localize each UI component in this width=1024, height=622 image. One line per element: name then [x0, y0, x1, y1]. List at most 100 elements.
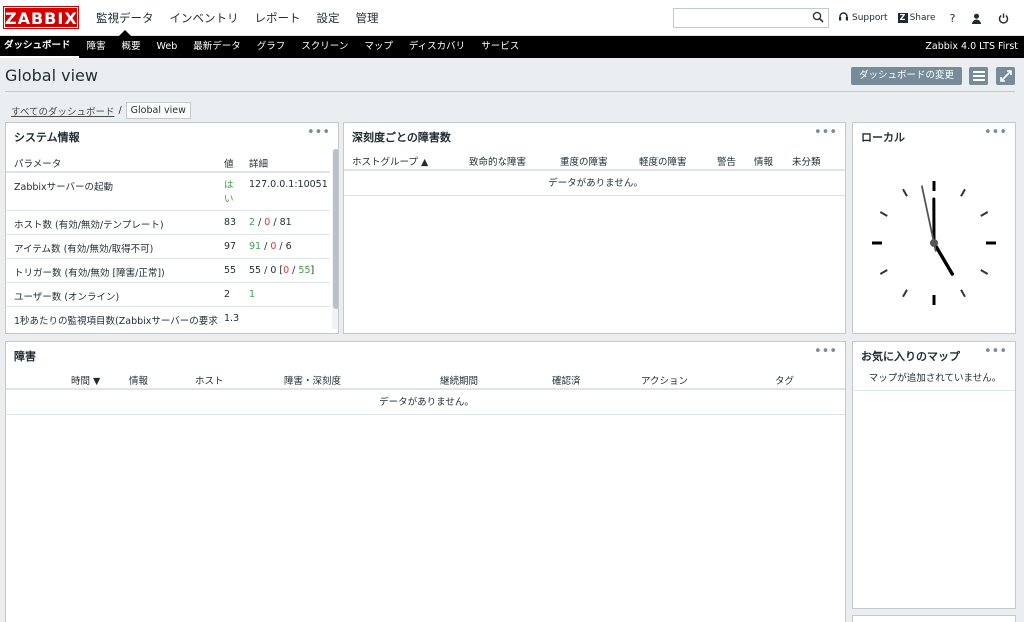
submenu-problems[interactable]: 障害	[79, 36, 114, 58]
fullscreen-button[interactable]	[996, 67, 1015, 85]
col-actions: アクション	[641, 376, 689, 387]
submenu-discovery[interactable]: ディスカバリ	[401, 36, 473, 58]
edit-dashboard-button[interactable]: ダッシュボードの変更	[851, 67, 962, 85]
analog-clock	[872, 181, 996, 305]
menu-administration[interactable]: 管理	[348, 0, 387, 36]
col-value: 値	[224, 159, 234, 170]
menu-reports[interactable]: レポート	[247, 0, 309, 36]
headset-icon	[838, 11, 849, 25]
table-row: アイテム数 (有効/無効/取得不可) 97 91 / 0 / 6	[6, 235, 330, 259]
clock-widget: ローカル •••	[852, 122, 1016, 334]
share-link[interactable]: Z Share	[897, 13, 936, 23]
version-brand: Zabbix 4.0 LTS First	[925, 41, 1018, 52]
system-info-widget: システム情報 ••• パラメータ 値 詳細 Zabbixサーバーの起動 はい 1…	[5, 122, 339, 334]
problems-by-severity-title: 深刻度ごとの障害数	[352, 131, 451, 144]
menu-monitoring[interactable]: 監視データ	[88, 0, 162, 36]
col-parameter: パラメータ	[14, 159, 62, 170]
table-row: Zabbixサーバーの起動 はい 127.0.0.1:10051	[6, 173, 330, 211]
no-data-message: データがありません。	[6, 391, 845, 415]
share-z-icon: Z	[897, 13, 908, 23]
col-host-group[interactable]: ホストグループ ▲	[352, 154, 428, 168]
clock-tick	[980, 211, 989, 217]
clock-center	[930, 239, 938, 247]
top-links: Support Z Share ?	[838, 0, 1019, 36]
system-info-scrollbar[interactable]	[332, 149, 338, 329]
breadcrumb-separator: /	[118, 105, 122, 116]
severity-header: ホストグループ ▲ 致命的な障害 重度の障害 軽度の障害 警告 情報 未分類	[344, 148, 845, 171]
col-ack: 確認済	[552, 376, 581, 387]
sign-out-icon[interactable]	[998, 13, 1009, 24]
support-link[interactable]: Support	[838, 11, 888, 25]
clock-tick	[980, 269, 989, 275]
favorite-maps-title: お気に入りのマップ	[861, 350, 960, 363]
col-problem-severity: 障害・深刻度	[284, 376, 342, 387]
col-host: ホスト	[195, 376, 224, 387]
widget-menu-icon[interactable]: •••	[984, 344, 1007, 359]
table-row: トリガー数 (有効/無効 [障害/正常]) 55 55 / 0 [0 / 55]	[6, 259, 330, 283]
col-information: 情報	[754, 157, 774, 168]
menu-configuration[interactable]: 設定	[309, 0, 348, 36]
menu-inventory[interactable]: インベントリ	[162, 0, 247, 36]
submenu-latest-data[interactable]: 最新データ	[185, 36, 249, 58]
clock-title: ローカル	[861, 131, 905, 144]
system-info-header: パラメータ 値 詳細	[6, 150, 330, 173]
clock-tick	[960, 188, 966, 197]
col-details: 詳細	[249, 159, 269, 170]
clock-hour-hand	[932, 241, 954, 276]
hamburger-icon	[972, 71, 985, 81]
search-input[interactable]	[673, 8, 829, 28]
favorite-maps-widget: お気に入りのマップ ••• マップが追加されていません。	[852, 341, 1016, 609]
submenu-services[interactable]: サービス	[473, 36, 527, 58]
submenu-overview[interactable]: 概要	[114, 36, 149, 58]
clock-tick	[902, 188, 908, 197]
col-not-classified: 未分類	[792, 157, 821, 168]
problems-widget: 障害 ••• 時間 ▼ 情報 ホスト 障害・深刻度 継続期間 確認済 アクション…	[5, 341, 846, 622]
no-data-message: データがありません。	[344, 172, 845, 196]
breadcrumb-all-dashboards[interactable]: すべてのダッシュボード	[11, 104, 114, 118]
clock-tick	[879, 211, 888, 217]
col-tags: タグ	[775, 376, 795, 387]
col-warning: 警告	[717, 157, 737, 168]
col-high: 重度の障害	[560, 157, 608, 168]
user-profile-icon[interactable]	[971, 13, 982, 24]
sub-menu: ダッシュボード 障害 概要 Web 最新データ グラフ スクリーン マップ ディ…	[0, 36, 1024, 58]
header-divider	[5, 91, 1015, 92]
table-row: ホスト数 (有効/無効/テンプレート) 83 2 / 0 / 81	[6, 211, 330, 235]
clock-tick	[902, 289, 908, 298]
col-duration: 継続期間	[440, 376, 479, 387]
widget-menu-icon[interactable]: •••	[814, 344, 837, 359]
submenu-dashboard[interactable]: ダッシュボード	[0, 36, 79, 58]
breadcrumb-current: Global view	[125, 102, 191, 119]
col-time[interactable]: 時間 ▼	[71, 373, 100, 387]
submenu-screens[interactable]: スクリーン	[293, 36, 356, 58]
col-disaster: 致命的な障害	[469, 157, 527, 168]
help-icon[interactable]: ?	[950, 12, 956, 25]
col-average: 軽度の障害	[639, 157, 687, 168]
table-row: 1秒あたりの監視項目数(Zabbixサーバーの要求 1.3	[14, 313, 240, 327]
top-bar: ZABBIX 監視データ インベントリ レポート 設定 管理 Support Z…	[0, 0, 1024, 36]
widget-menu-icon[interactable]: •••	[307, 125, 330, 140]
submenu-graphs[interactable]: グラフ	[249, 36, 294, 58]
zabbix-logo[interactable]: ZABBIX	[3, 6, 79, 29]
main-menu: 監視データ インベントリ レポート 設定 管理	[88, 0, 387, 36]
clock-tick	[960, 289, 966, 298]
clock-tick	[879, 269, 888, 275]
search-icon[interactable]	[812, 11, 824, 26]
submenu-web[interactable]: Web	[149, 36, 186, 58]
no-maps-message: マップが追加されていません。	[853, 367, 1015, 391]
page-title: Global view	[5, 66, 98, 85]
problems-header: 時間 ▼ 情報 ホスト 障害・深刻度 継続期間 確認済 アクション タグ	[6, 367, 845, 390]
breadcrumb: すべてのダッシュボード / Global view	[11, 102, 191, 119]
submenu-maps[interactable]: マップ	[356, 36, 401, 58]
scrollbar-thumb[interactable]	[333, 149, 338, 309]
widget-menu-icon[interactable]: •••	[984, 125, 1007, 140]
share-label: Share	[909, 13, 936, 23]
table-row: ユーザー数 (オンライン) 2 1	[6, 283, 330, 307]
widget-menu-icon[interactable]: •••	[814, 125, 837, 140]
dashboard-menu-button[interactable]	[969, 67, 988, 85]
next-widget-edge	[852, 615, 1016, 622]
system-info-title: システム情報	[14, 131, 80, 144]
problems-title: 障害	[14, 350, 36, 363]
col-info: 情報	[129, 376, 149, 387]
support-label: Support	[852, 13, 888, 23]
